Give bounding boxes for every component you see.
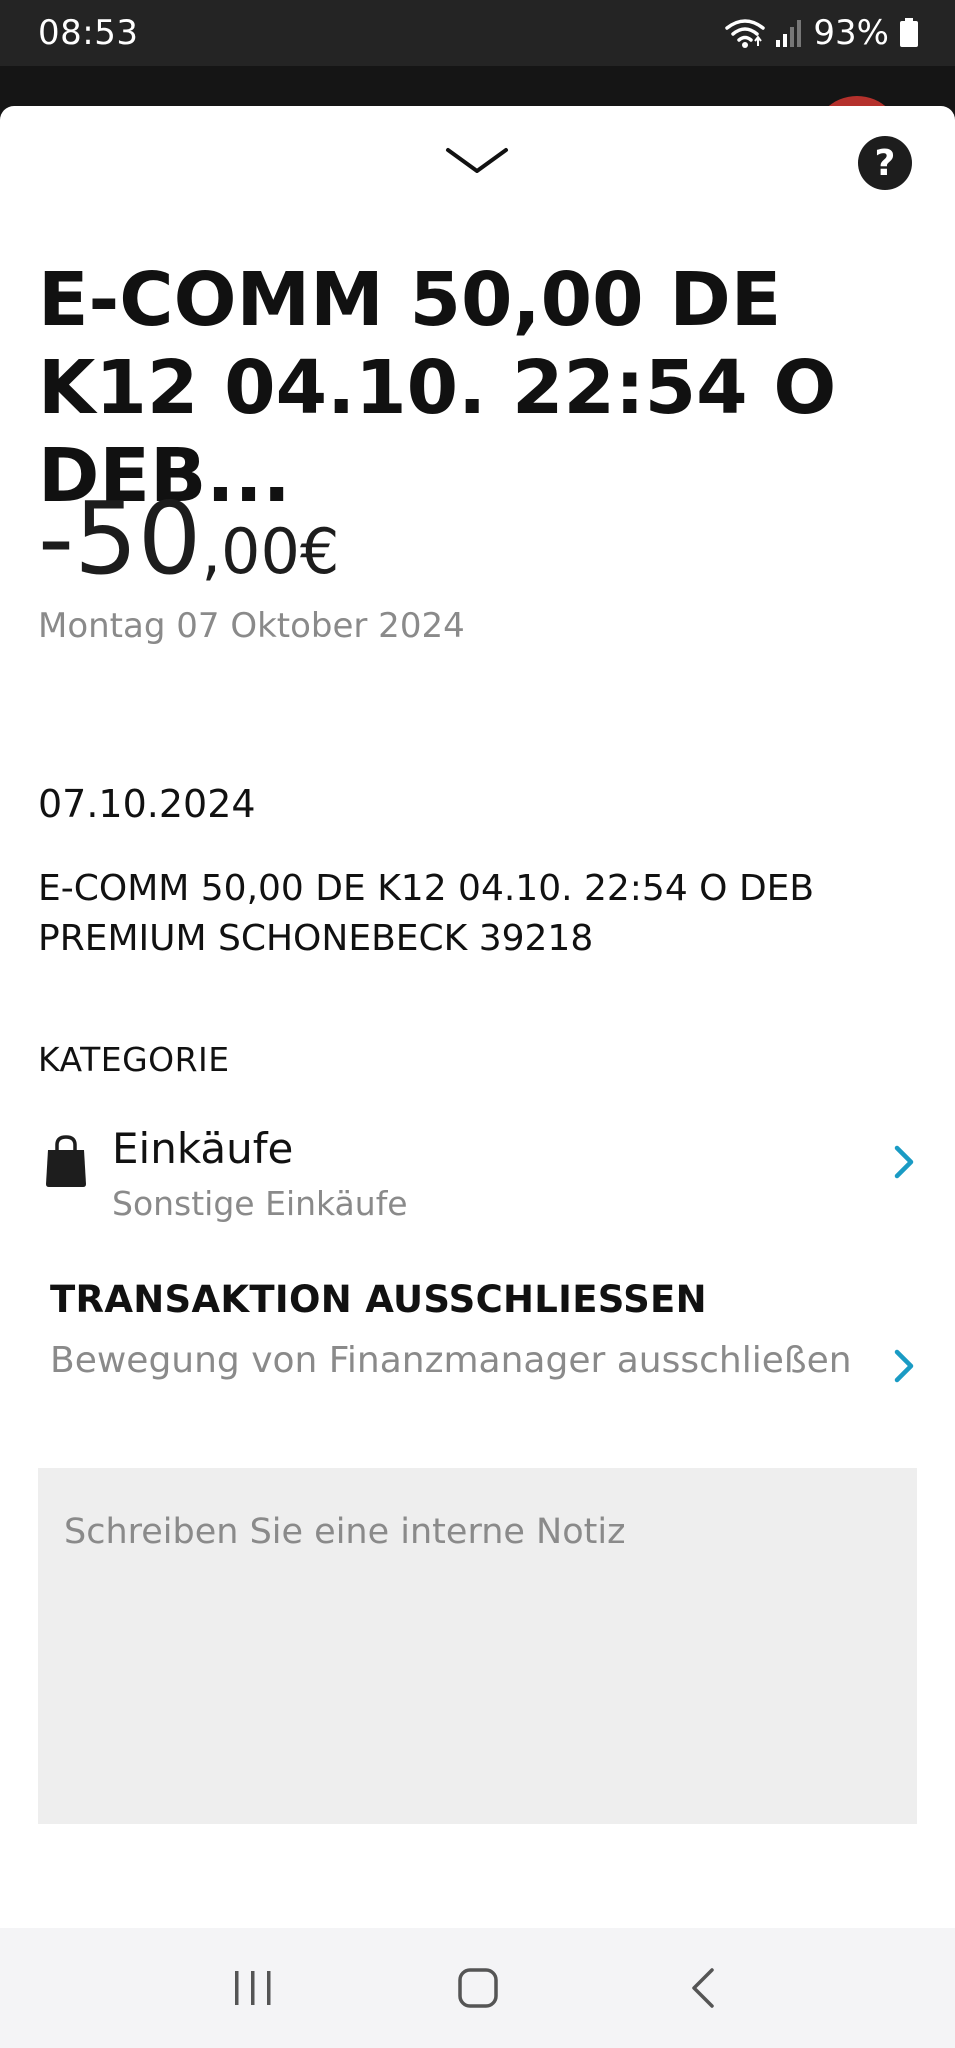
recent-apps-icon xyxy=(234,1971,270,2005)
transaction-detail-sheet: ? E-COMM 50,00 DE K12 04.10. 22:54 O DEB… xyxy=(0,106,955,1928)
back-button[interactable] xyxy=(663,1948,743,2028)
battery-percentage: 93% xyxy=(813,13,889,53)
chevron-down-icon xyxy=(446,148,508,173)
home-icon xyxy=(457,1968,498,2008)
amount-decimal: ,00 xyxy=(201,515,300,588)
category-row[interactable]: Einkäufe Sonstige Einkäufe xyxy=(38,1116,918,1236)
system-navigation-bar xyxy=(0,1928,955,2048)
subcategory-name: Sonstige Einkäufe xyxy=(112,1184,408,1223)
transaction-amount: -50,00€ xyxy=(38,484,339,594)
battery-icon xyxy=(900,18,918,47)
back-icon xyxy=(691,1968,714,2008)
category-name: Einkäufe xyxy=(112,1124,294,1173)
chevron-right-icon xyxy=(894,1145,914,1179)
exclude-transaction-row[interactable]: TRANSAKTION AUSSCHLIESSEN Bewegung von F… xyxy=(38,1266,918,1396)
booking-date-long: Montag 07 Oktober 2024 xyxy=(38,606,465,646)
status-bar: 08:53 93% xyxy=(0,0,955,66)
status-time: 08:53 xyxy=(38,13,139,53)
internal-note-input[interactable] xyxy=(38,1468,917,1824)
home-button[interactable] xyxy=(438,1948,518,2028)
shopping-bag-icon xyxy=(46,1135,86,1187)
collapse-sheet-button[interactable] xyxy=(436,136,518,186)
question-mark-icon: ? xyxy=(874,142,896,184)
help-button[interactable]: ? xyxy=(858,136,912,190)
wifi-icon xyxy=(725,19,766,48)
exclude-transaction-subtitle: Bewegung von Finanzmanager ausschließen xyxy=(50,1340,852,1381)
signal-icon xyxy=(776,20,802,47)
amount-integer: -50 xyxy=(38,480,202,597)
recent-apps-button[interactable] xyxy=(213,1948,293,2028)
amount-currency: € xyxy=(299,515,340,588)
transaction-description: E-COMM 50,00 DE K12 04.10. 22:54 O DEB P… xyxy=(38,868,815,959)
booking-date: 07.10.2024 xyxy=(38,782,256,826)
chevron-right-icon xyxy=(894,1349,914,1383)
exclude-transaction-title: TRANSAKTION AUSSCHLIESSEN xyxy=(50,1278,707,1321)
category-section-label: KATEGORIE xyxy=(38,1040,230,1079)
status-icons: 93% xyxy=(725,13,919,53)
